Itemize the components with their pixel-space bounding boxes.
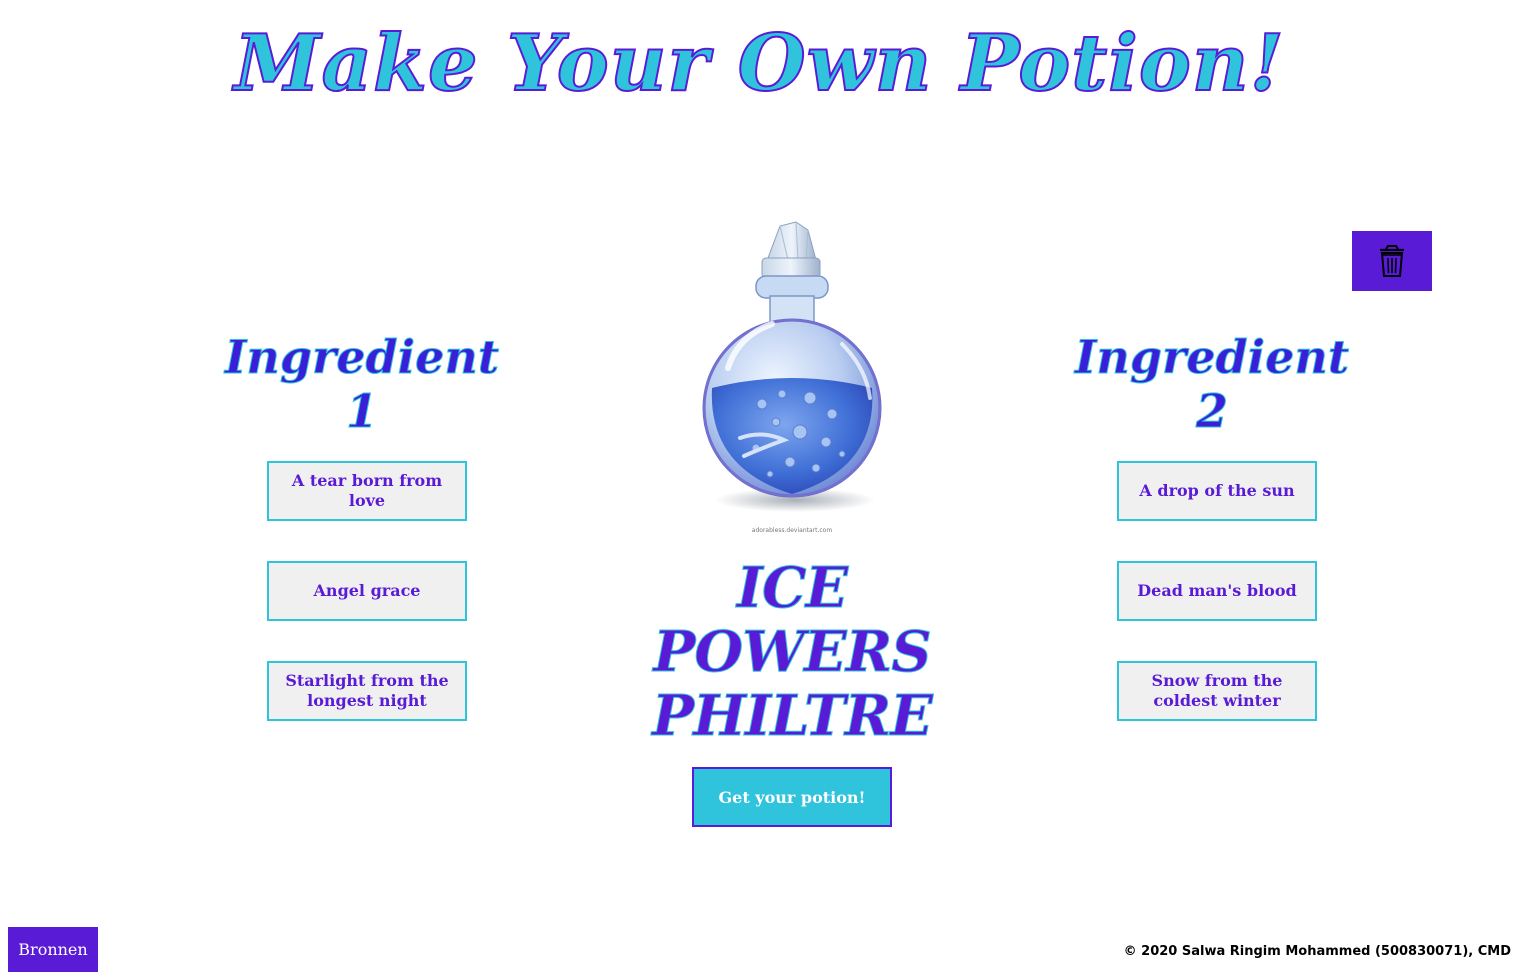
ingredient-2-option-2[interactable]: Dead man's blood: [1117, 561, 1317, 621]
ingredient-2-option-3[interactable]: Snow from the coldest winter: [1117, 661, 1317, 721]
ingredient-1-option-3[interactable]: Starlight from the longest night: [267, 661, 467, 721]
ingredient-1-heading: Ingredient 1: [224, 330, 500, 439]
ingredient-2-option-1[interactable]: A drop of the sun: [1117, 461, 1317, 521]
get-potion-button[interactable]: Get your potion!: [692, 767, 892, 827]
potion-result-name: ICE POWERS PHILTRE: [652, 555, 934, 749]
ingredient-1-option-1[interactable]: A tear born from love: [267, 461, 467, 521]
potion-bottle-image: [702, 221, 882, 512]
ingredient-2-heading: Ingredient 2: [1074, 330, 1350, 439]
reset-button[interactable]: [1352, 231, 1432, 291]
copyright-text: © 2020 Salwa Ringim Mohammed (500830071)…: [1123, 944, 1511, 959]
page-title: Make Your Own Potion!: [233, 17, 1285, 110]
image-credit: adorabless.deviantart.com: [751, 527, 833, 534]
page: Make Your Own Potion! Ingredient 1 Ingre…: [0, 0, 1519, 980]
trash-icon: [1380, 245, 1404, 277]
ingredient-1-option-2[interactable]: Angel grace: [267, 561, 467, 621]
sources-button[interactable]: Bronnen: [8, 927, 98, 972]
